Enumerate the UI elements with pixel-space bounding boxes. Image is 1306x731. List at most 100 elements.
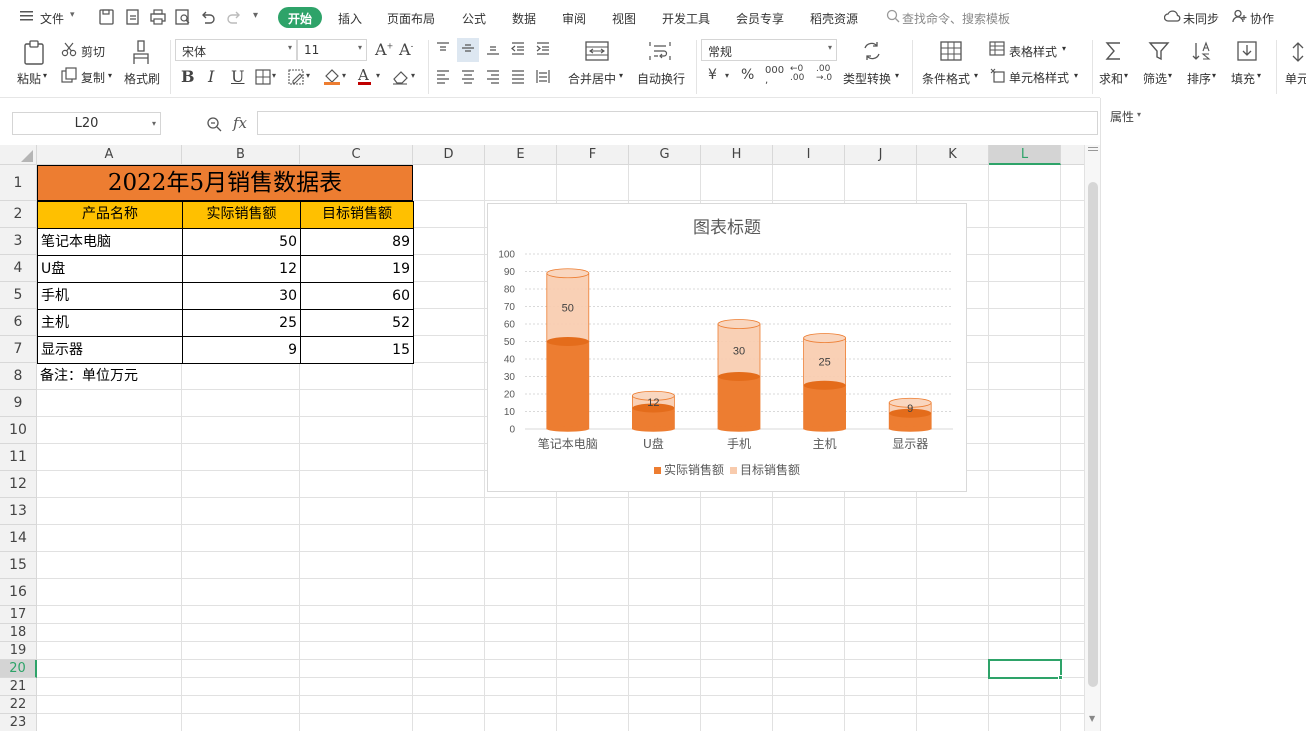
command-search-input[interactable]: 查找命令、搜索模板 bbox=[902, 10, 1010, 27]
row-header-12[interactable]: 12 bbox=[0, 471, 37, 498]
align-middle-icon[interactable] bbox=[457, 38, 479, 62]
filter-button[interactable]: 筛选 bbox=[1143, 70, 1167, 87]
row-header-10[interactable]: 10 bbox=[0, 417, 37, 444]
row-header-16[interactable]: 16 bbox=[0, 579, 37, 606]
bar-actual-0[interactable] bbox=[546, 341, 589, 430]
currency-icon[interactable]: ¥ bbox=[708, 67, 717, 83]
paste-icon[interactable] bbox=[22, 40, 46, 70]
table-header-cell[interactable]: 实际销售额 bbox=[182, 201, 301, 229]
quick-access-more-icon[interactable]: ▾ bbox=[253, 10, 258, 21]
table-cell[interactable]: 笔记本电脑 bbox=[37, 228, 183, 256]
table-cell[interactable]: 手机 bbox=[37, 282, 183, 310]
table-cell[interactable]: 60 bbox=[300, 282, 414, 310]
chevron-down-icon[interactable]: ▾ bbox=[272, 71, 276, 80]
tab-view[interactable]: 视图 bbox=[612, 10, 636, 27]
collaborate-button[interactable]: 协作 bbox=[1250, 10, 1274, 27]
row-header-8[interactable]: 8 bbox=[0, 363, 37, 390]
column-header-a[interactable]: A bbox=[37, 145, 182, 165]
column-header-f[interactable]: F bbox=[557, 145, 629, 165]
selected-cell[interactable] bbox=[988, 659, 1062, 679]
table-note[interactable]: 备注：单位万元 bbox=[40, 363, 138, 390]
chevron-down-icon[interactable]: ▾ bbox=[306, 71, 310, 80]
fx-icon[interactable]: fx bbox=[233, 114, 247, 132]
table-cell[interactable]: 30 bbox=[182, 282, 301, 310]
row-header-20[interactable]: 20 bbox=[0, 660, 37, 678]
align-bottom-icon[interactable] bbox=[485, 40, 501, 60]
column-header-d[interactable]: D bbox=[413, 145, 485, 165]
hamburger-icon[interactable] bbox=[20, 10, 34, 22]
chart[interactable]: 图表标题 0 10 20 30 40 50 60 70 80 90 100 50 笔记本电脑 12 U盘 30… bbox=[487, 203, 967, 492]
column-header-g[interactable]: G bbox=[629, 145, 701, 165]
decrease-decimal-icon[interactable]: .00 →.0 bbox=[816, 65, 832, 83]
wrap-text-icon[interactable] bbox=[648, 40, 672, 66]
row-header-2[interactable]: 2 bbox=[0, 201, 37, 228]
print-preview-icon[interactable] bbox=[174, 8, 192, 26]
cell-menu-icon[interactable] bbox=[1290, 42, 1306, 66]
row-header-17[interactable]: 17 bbox=[0, 606, 37, 624]
tab-docer[interactable]: 稻壳资源 bbox=[810, 10, 858, 27]
chevron-down-icon[interactable]: ▾ bbox=[411, 71, 415, 80]
column-header-h[interactable]: H bbox=[701, 145, 773, 165]
row-header-7[interactable]: 7 bbox=[0, 336, 37, 363]
bold-icon[interactable]: B bbox=[181, 67, 195, 86]
column-header-j[interactable]: J bbox=[845, 145, 917, 165]
increase-font-icon[interactable]: A+ bbox=[375, 40, 393, 59]
wrap-text-button[interactable]: 自动换行 bbox=[637, 70, 685, 87]
table-cell[interactable]: 89 bbox=[300, 228, 414, 256]
table-cell[interactable]: 9 bbox=[182, 336, 301, 364]
clear-format-icon[interactable] bbox=[391, 69, 409, 89]
chevron-down-icon[interactable]: ▾ bbox=[1137, 110, 1141, 119]
tab-page-layout[interactable]: 页面布局 bbox=[387, 10, 435, 27]
table-cell[interactable]: 12 bbox=[182, 255, 301, 283]
undo-icon[interactable] bbox=[199, 8, 217, 26]
copy-button[interactable]: 复制 bbox=[81, 69, 105, 86]
row-header-11[interactable]: 11 bbox=[0, 444, 37, 471]
type-convert-button[interactable]: 类型转换 bbox=[843, 70, 891, 87]
fill-button[interactable]: 填充 bbox=[1231, 70, 1255, 87]
chevron-down-icon[interactable]: ▾ bbox=[725, 71, 729, 80]
table-cell[interactable]: 19 bbox=[300, 255, 414, 283]
indent-decrease-icon[interactable] bbox=[510, 40, 526, 60]
scissors-icon[interactable] bbox=[61, 41, 77, 61]
panel-title[interactable]: 属性 bbox=[1110, 108, 1134, 125]
column-header-b[interactable]: B bbox=[182, 145, 300, 165]
table-title[interactable]: 2022年5月销售数据表 bbox=[37, 165, 413, 201]
table-cell[interactable]: 15 bbox=[300, 336, 414, 364]
merge-center-button[interactable]: 合并居中 bbox=[568, 70, 616, 87]
font-size-select[interactable]: 11 ▾ bbox=[297, 39, 367, 61]
tab-formula[interactable]: 公式 bbox=[462, 10, 486, 27]
cell-style-button[interactable]: 单元格样式 bbox=[1009, 69, 1069, 86]
cell-style-pen-icon[interactable] bbox=[288, 69, 304, 89]
column-header-e[interactable]: E bbox=[485, 145, 557, 165]
bar-actual-3[interactable] bbox=[803, 385, 846, 429]
align-left-icon[interactable] bbox=[435, 68, 451, 88]
tab-insert[interactable]: 插入 bbox=[338, 10, 362, 27]
paste-button[interactable]: 粘贴 bbox=[17, 70, 41, 87]
sort-icon[interactable] bbox=[1192, 40, 1214, 66]
scroll-down-icon[interactable]: ▼ bbox=[1089, 714, 1095, 723]
chevron-down-icon[interactable]: ▾ bbox=[70, 10, 75, 20]
row-header-3[interactable]: 3 bbox=[0, 228, 37, 255]
table-cell[interactable]: U盘 bbox=[37, 255, 183, 283]
row-header-18[interactable]: 18 bbox=[0, 624, 37, 642]
filter-icon[interactable] bbox=[1148, 40, 1170, 66]
border-icon[interactable] bbox=[255, 69, 271, 89]
underline-icon[interactable]: U bbox=[231, 67, 244, 86]
format-painter-icon[interactable] bbox=[131, 40, 151, 70]
scroll-up-icon[interactable] bbox=[1088, 147, 1098, 148]
type-convert-icon[interactable] bbox=[861, 40, 883, 66]
tab-review[interactable]: 审阅 bbox=[562, 10, 586, 27]
row-header-23[interactable]: 23 bbox=[0, 714, 37, 731]
column-header-c[interactable]: C bbox=[300, 145, 413, 165]
tab-data[interactable]: 数据 bbox=[512, 10, 536, 27]
cell-style-icon[interactable] bbox=[989, 67, 1005, 87]
bar-actual-2[interactable] bbox=[718, 376, 760, 430]
indent-increase-icon[interactable] bbox=[535, 40, 551, 60]
row-header-15[interactable]: 15 bbox=[0, 552, 37, 579]
row-header-21[interactable]: 21 bbox=[0, 678, 37, 696]
export-pdf-icon[interactable] bbox=[124, 8, 142, 26]
table-cell[interactable]: 52 bbox=[300, 309, 414, 337]
tab-developer[interactable]: 开发工具 bbox=[662, 10, 710, 27]
conditional-format-button[interactable]: 条件格式 bbox=[922, 70, 970, 87]
align-right-icon[interactable] bbox=[485, 68, 501, 88]
